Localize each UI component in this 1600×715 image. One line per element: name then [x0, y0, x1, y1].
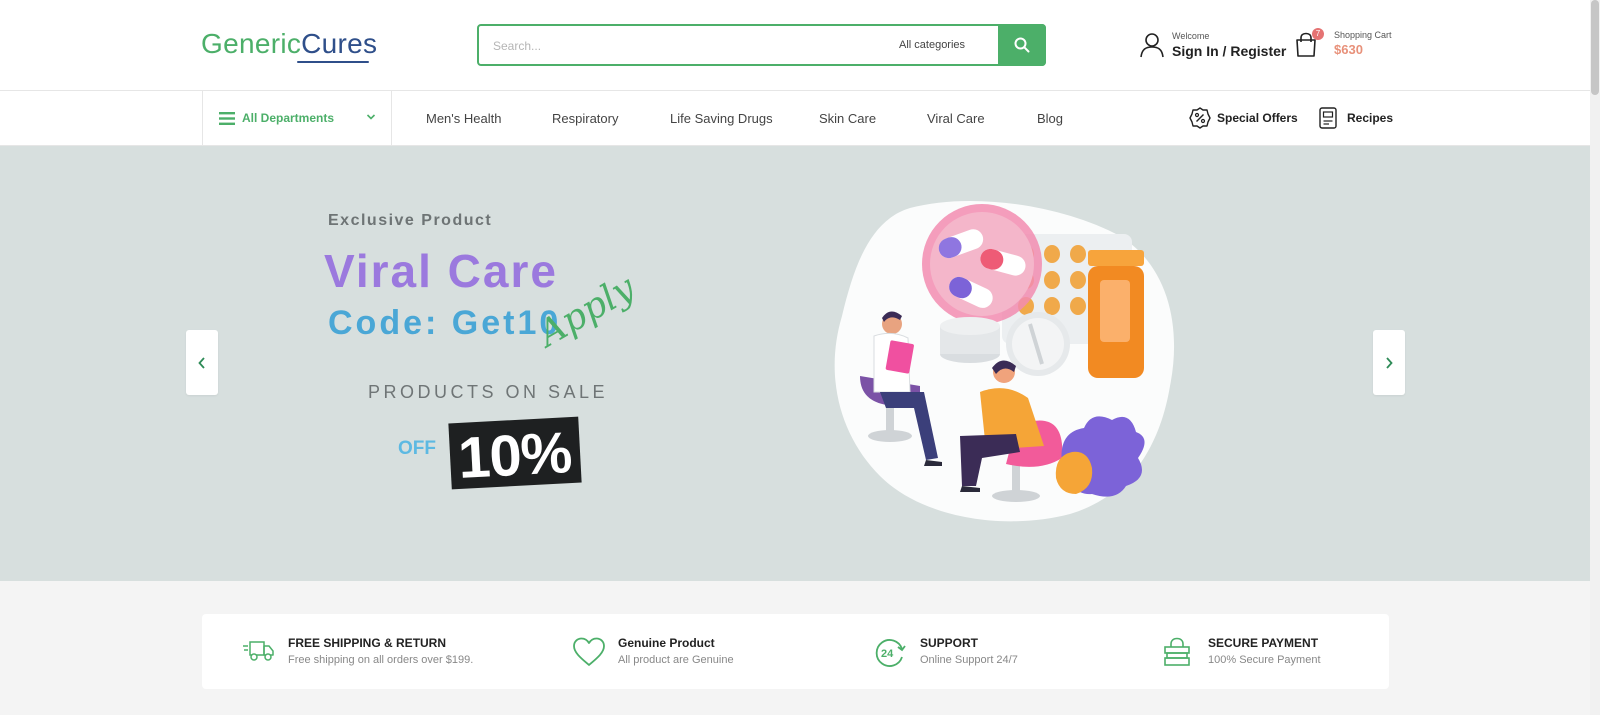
feature-title: SUPPORT [920, 636, 979, 650]
logo-underline [297, 61, 369, 63]
main-nav: All Departments Men's Health Respiratory… [0, 91, 1590, 146]
nav-link-skin-care[interactable]: Skin Care [819, 111, 876, 126]
menu-icon [219, 112, 235, 125]
hero-title: Viral Care [324, 245, 558, 297]
hero-on-sale-text: PRODUCTS ON SALE [368, 382, 609, 402]
chevron-left-icon [198, 356, 205, 369]
hero-banner: Exclusive Product Viral Care Code: Get10… [0, 146, 1590, 581]
chevron-right-icon [1386, 356, 1393, 369]
secure-payment-icon [1164, 637, 1190, 666]
feature-subtitle: All product are Genuine [618, 654, 734, 666]
recipe-icon [1319, 107, 1337, 129]
logo-text-cures: Cures [301, 28, 378, 59]
slider-prev-button[interactable] [186, 330, 218, 395]
all-departments-label: All Departments [242, 111, 335, 125]
slider-next-button[interactable] [1373, 330, 1405, 395]
hero-discount-box: 10% [448, 416, 582, 491]
recipes-label: Recipes [1347, 111, 1394, 125]
page-scrollbar[interactable] [1590, 0, 1600, 715]
search-button[interactable] [998, 24, 1046, 66]
support-24-icon: 24 [875, 639, 906, 667]
hero-eyebrow: Exclusive Product [328, 212, 493, 229]
cart-label: Shopping Cart [1334, 30, 1392, 40]
chevron-down-icon [366, 114, 376, 120]
search-input[interactable] [493, 35, 853, 57]
search-icon [1014, 37, 1030, 53]
nav-link-respiratory[interactable]: Respiratory [552, 111, 618, 126]
search-bar: All categories [477, 24, 1046, 66]
nav-link-life-saving-drugs[interactable]: Life Saving Drugs [670, 111, 773, 126]
hero-off-label: OFF [398, 438, 436, 459]
feature-subtitle: 100% Secure Payment [1208, 654, 1321, 666]
site-header: GenericCures All categories Welcome Sign… [0, 0, 1590, 91]
feature-title: Genuine Product [618, 636, 715, 650]
feature-title: SECURE PAYMENT [1208, 636, 1319, 650]
user-icon [1140, 33, 1164, 58]
feature-title: FREE SHIPPING & RETURN [288, 636, 447, 650]
heart-icon [573, 637, 605, 666]
all-departments-dropdown[interactable]: All Departments [202, 91, 392, 146]
welcome-text: Welcome [1172, 31, 1210, 41]
svg-text:24: 24 [881, 648, 894, 660]
hero-promo-code: Code: Get10 [328, 304, 562, 342]
features-strip: FREE SHIPPING & RETURN Free shipping on … [202, 614, 1389, 689]
feature-subtitle: Online Support 24/7 [920, 654, 1018, 666]
hero-illustration [834, 200, 1175, 522]
nav-link-blog[interactable]: Blog [1037, 111, 1063, 126]
cart-count-badge: 7 [1312, 28, 1324, 40]
page: GenericCures All categories Welcome Sign… [0, 0, 1600, 715]
category-select[interactable]: All categories [899, 39, 965, 51]
truck-icon [243, 641, 274, 661]
nav-link-mens-health[interactable]: Men's Health [426, 111, 501, 126]
cart-total: $630 [1334, 42, 1363, 57]
hero-discount-percent: 10% [456, 420, 573, 491]
nav-link-viral-care[interactable]: Viral Care [927, 111, 985, 126]
scrollbar-thumb[interactable] [1591, 0, 1599, 95]
site-logo[interactable]: GenericCures [201, 28, 377, 68]
special-offers-label: Special Offers [1217, 111, 1298, 125]
discount-badge-icon [1189, 107, 1211, 129]
logo-text-generic: Generic [201, 28, 302, 59]
signin-register-link[interactable]: Sign In / Register [1172, 43, 1286, 59]
feature-subtitle: Free shipping on all orders over $199. [288, 654, 474, 666]
